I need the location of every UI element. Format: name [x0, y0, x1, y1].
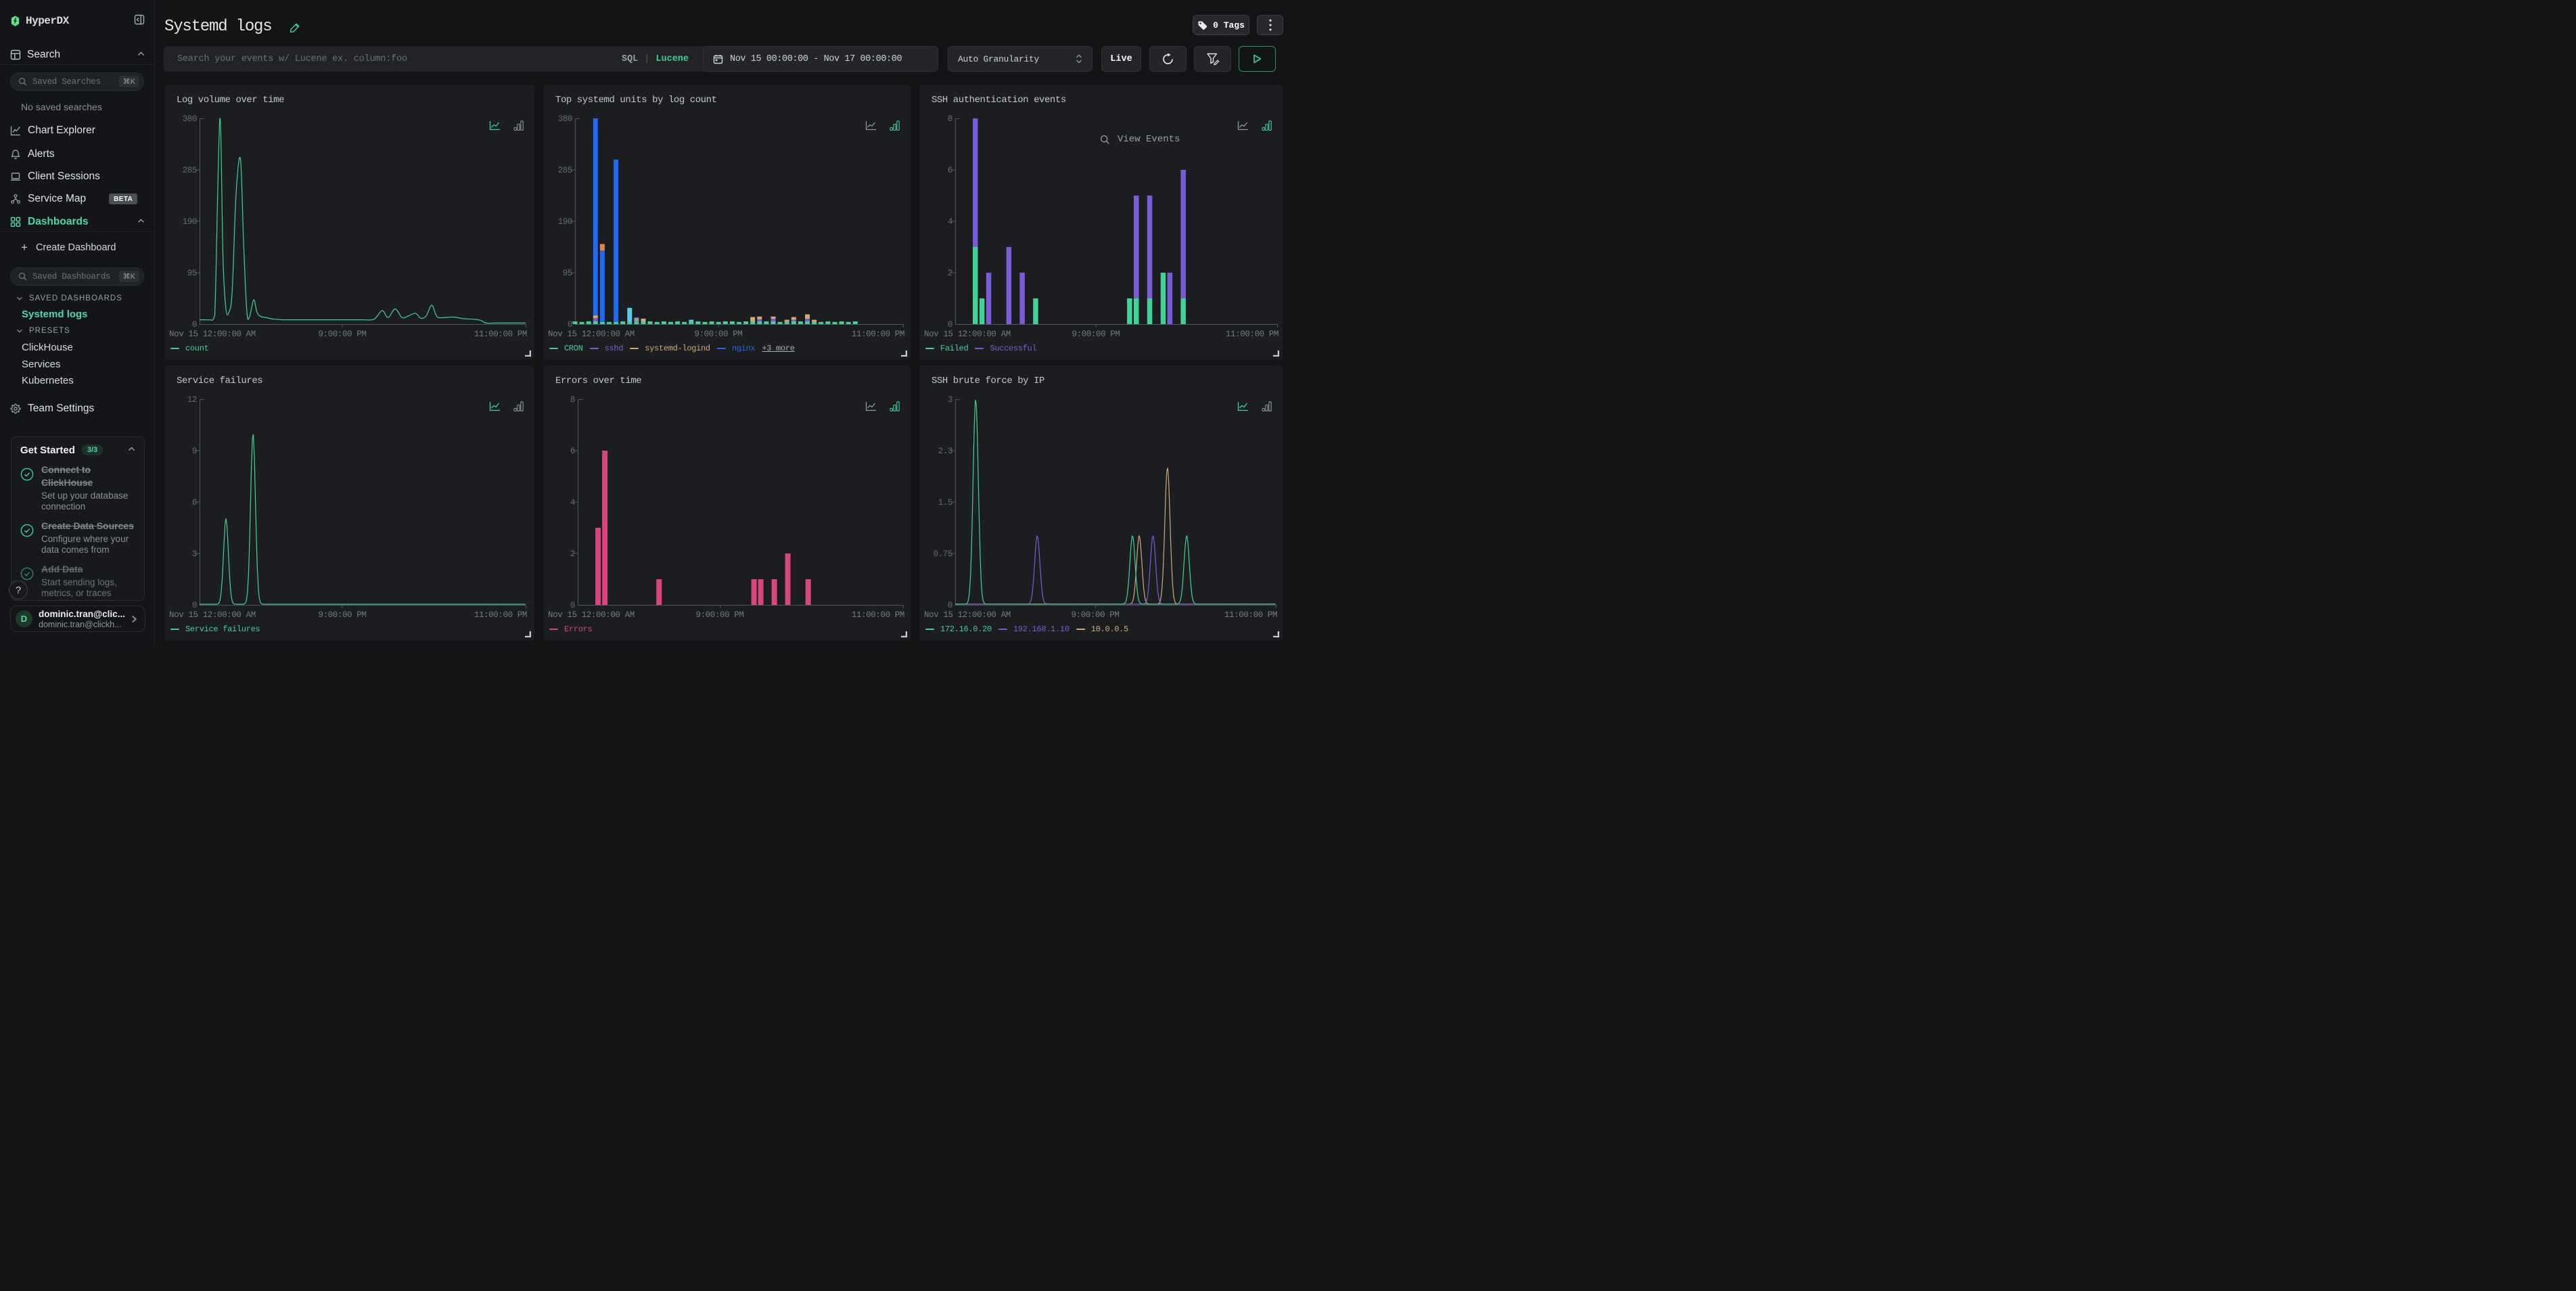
svg-text:9:00:00 PM: 9:00:00 PM — [695, 610, 743, 620]
svg-text:11:00:00 PM: 11:00:00 PM — [474, 610, 527, 620]
svg-text:0: 0 — [570, 601, 575, 610]
svg-text:9:00:00 PM: 9:00:00 PM — [694, 330, 742, 339]
svg-text:6: 6 — [948, 166, 952, 175]
svg-text:2: 2 — [570, 549, 575, 559]
svg-text:1.5: 1.5 — [938, 498, 952, 507]
svg-text:9: 9 — [192, 447, 197, 456]
svg-text:Nov 15 12:00:00 AM: Nov 15 12:00:00 AM — [924, 330, 1011, 339]
svg-text:Nov 15 12:00:00 AM: Nov 15 12:00:00 AM — [924, 610, 1011, 620]
svg-text:9:00:00 PM: 9:00:00 PM — [318, 330, 366, 339]
svg-text:11:00:00 PM: 11:00:00 PM — [852, 610, 904, 620]
svg-text:2.3: 2.3 — [938, 447, 952, 456]
svg-text:190: 190 — [558, 217, 572, 227]
svg-text:4: 4 — [948, 217, 952, 227]
svg-text:0: 0 — [568, 320, 572, 330]
svg-text:Nov 15 12:00:00 AM: Nov 15 12:00:00 AM — [169, 330, 256, 339]
svg-text:11:00:00 PM: 11:00:00 PM — [474, 330, 527, 339]
svg-text:Nov 15 12:00:00 AM: Nov 15 12:00:00 AM — [548, 610, 635, 620]
svg-text:2: 2 — [948, 269, 952, 278]
svg-text:6: 6 — [192, 498, 197, 507]
svg-text:Nov 15 12:00:00 AM: Nov 15 12:00:00 AM — [548, 330, 635, 339]
svg-text:0: 0 — [948, 320, 952, 330]
svg-text:9:00:00 PM: 9:00:00 PM — [1071, 610, 1119, 620]
svg-text:95: 95 — [563, 269, 572, 278]
svg-text:285: 285 — [183, 166, 197, 175]
svg-text:0.75: 0.75 — [934, 549, 952, 559]
svg-text:9:00:00 PM: 9:00:00 PM — [318, 610, 366, 620]
svg-text:11:00:00 PM: 11:00:00 PM — [852, 330, 904, 339]
svg-text:3: 3 — [948, 395, 952, 405]
svg-text:Nov 15 12:00:00 AM: Nov 15 12:00:00 AM — [169, 610, 256, 620]
svg-text:95: 95 — [187, 269, 197, 278]
svg-text:380: 380 — [558, 114, 572, 124]
svg-text:190: 190 — [183, 217, 197, 227]
svg-text:285: 285 — [558, 166, 572, 175]
svg-text:4: 4 — [570, 498, 575, 507]
svg-text:6: 6 — [570, 447, 575, 456]
svg-text:8: 8 — [948, 114, 952, 124]
svg-text:8: 8 — [570, 395, 575, 405]
svg-text:9:00:00 PM: 9:00:00 PM — [1072, 330, 1120, 339]
svg-text:0: 0 — [192, 601, 197, 610]
svg-text:11:00:00 PM: 11:00:00 PM — [1224, 610, 1277, 620]
svg-text:12: 12 — [187, 395, 197, 405]
svg-text:3: 3 — [192, 549, 197, 559]
svg-text:380: 380 — [183, 114, 197, 124]
svg-text:11:00:00 PM: 11:00:00 PM — [1226, 330, 1279, 339]
svg-text:0: 0 — [948, 601, 952, 610]
svg-text:0: 0 — [192, 320, 197, 330]
